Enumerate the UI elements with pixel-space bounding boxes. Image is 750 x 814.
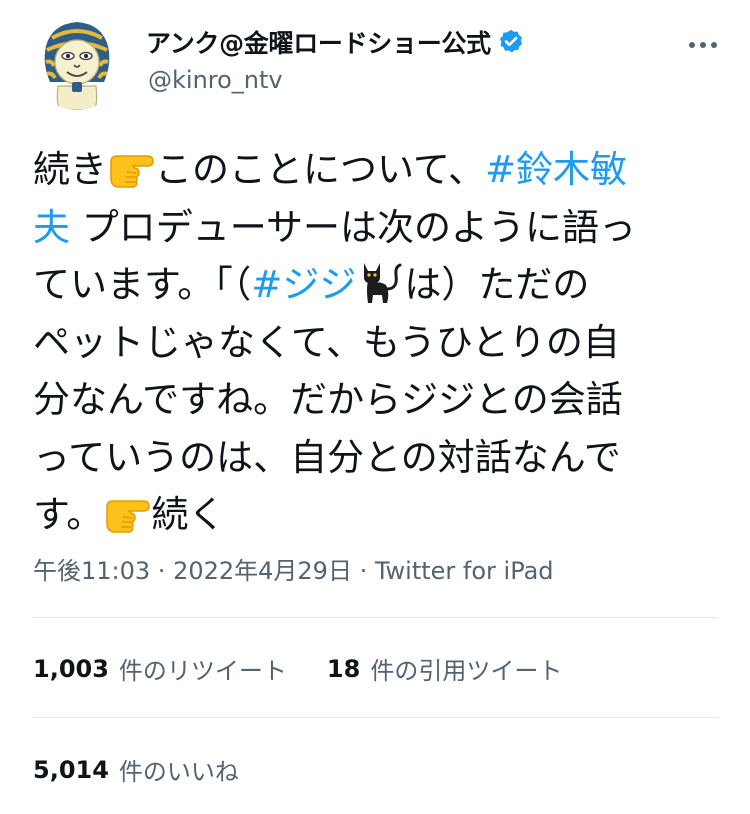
quotes-label: 件の引用ツイート <box>370 657 563 685</box>
tweet-meta: 午後11:03 · 2022年4月29日 · Twitter for iPad <box>33 551 554 586</box>
more-dot <box>700 42 706 48</box>
tweet-text-segment: ペットじゃなくて、もうひとりの自 <box>33 320 620 364</box>
quotes-stat[interactable]: 18 件の引用ツイート <box>327 651 562 686</box>
likes-stat[interactable]: 5,014 件のいいね <box>33 752 239 787</box>
meta-separator: · <box>150 557 174 585</box>
more-options-icon[interactable] <box>683 30 723 60</box>
tweet-text-segment: 続き <box>33 148 107 191</box>
tweet-text-line: っていうのは、自分との対話なんで <box>33 429 713 487</box>
tweet-text-line: 続き このことについて、#鈴木敏 <box>33 141 713 199</box>
tweet-text-segment: このことについて、 <box>155 148 486 191</box>
tweet-text: 続き このことについて、#鈴木敏夫 プロデューサーは次のように語っ ています。「（#… <box>33 141 713 544</box>
likes-stat-row: 5,014 件のいいね <box>33 752 239 787</box>
meta-separator: · <box>351 557 375 585</box>
tweet-source[interactable]: Twitter for iPad <box>375 557 554 585</box>
engagement-stats-row: 1,003 件のリツイート 18 件の引用ツイート <box>33 651 562 686</box>
pointing-right-hand-emoji-icon <box>103 489 151 535</box>
hashtag-link[interactable]: #鈴木敏 <box>485 148 627 191</box>
hashtag-link[interactable]: #ジジ <box>251 263 356 306</box>
tweet-header: アンク@金曜ロードショー公式 @kinro_ntv <box>0 0 750 120</box>
tweet-text-line: す。 続く <box>33 486 713 544</box>
tweet-text-line: 夫 プロデューサーは次のように語っ <box>33 199 713 257</box>
tweet-text-segment: プロデューサーは次のように語っ <box>70 205 637 249</box>
display-name-row[interactable]: アンク@金曜ロードショー公式 <box>146 22 525 62</box>
likes-label: 件のいいね <box>118 758 239 786</box>
tweet-text-segment: っていうのは、自分との対話なんで <box>33 435 621 479</box>
divider <box>33 617 718 618</box>
retweets-label: 件のリツイート <box>118 657 287 685</box>
tweet-time[interactable]: 午後11:03 <box>33 557 150 585</box>
pointing-right-hand-emoji-icon <box>107 144 155 190</box>
retweets-stat[interactable]: 1,003 件のリツイート <box>33 651 287 686</box>
tweet-date[interactable]: 2022年4月29日 <box>173 557 352 585</box>
divider <box>33 717 718 718</box>
tweet-text-segment: ています。「（ <box>33 263 252 306</box>
quotes-count: 18 <box>326 654 361 683</box>
more-dot <box>689 42 695 48</box>
sphinx-mascot-icon <box>30 16 124 110</box>
tweet-text-line: ています。「（#ジジ は）ただの <box>33 256 713 314</box>
tweet-text-segment: は）ただの <box>404 263 590 306</box>
tweet-text-line: 分なんですね。だからジジとの会話 <box>33 371 713 429</box>
likes-count: 5,014 <box>33 755 109 784</box>
retweets-count: 1,003 <box>33 654 109 683</box>
verified-badge-icon <box>497 28 525 56</box>
tweet-text-segment: す。 <box>33 493 104 536</box>
user-handle[interactable]: @kinro_ntv <box>148 66 283 94</box>
more-dot <box>711 42 717 48</box>
black-cat-emoji-icon <box>356 259 404 305</box>
tweet-text-line: ペットじゃなくて、もうひとりの自 <box>33 314 713 372</box>
hashtag-link[interactable]: 夫 <box>33 206 70 249</box>
avatar[interactable] <box>30 16 124 110</box>
display-name[interactable]: アンク@金曜ロードショー公式 <box>146 24 491 60</box>
tweet-text-segment: 分なんですね。だからジジとの会話 <box>33 378 623 421</box>
tweet-text-segment: 続く <box>151 493 226 536</box>
